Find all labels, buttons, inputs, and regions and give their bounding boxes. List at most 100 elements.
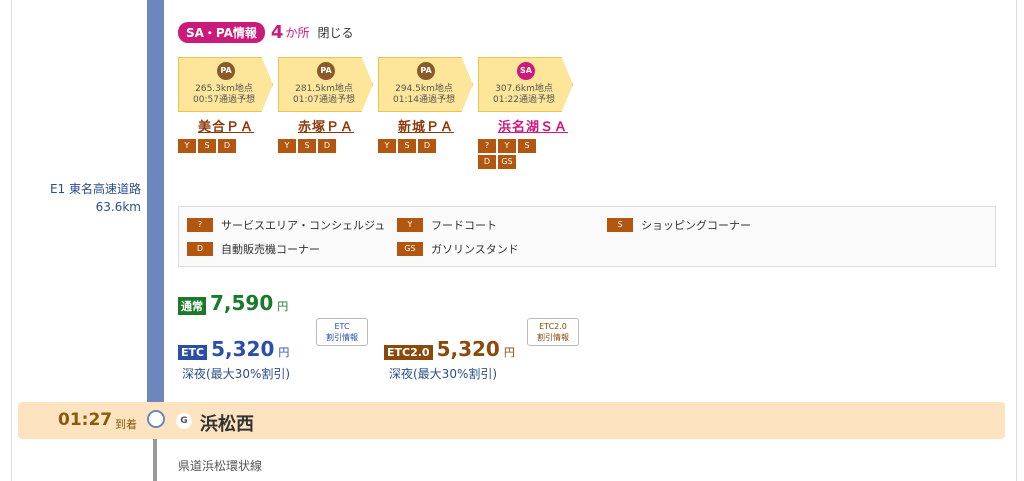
right-border <box>1016 0 1017 481</box>
stop-eta: 00:57通過予想 <box>193 95 255 105</box>
shopping-icon: S <box>607 218 633 232</box>
next-road-name: 県道浜松環状線 <box>178 459 263 473</box>
normal-fare: 通常 7,590 円 <box>178 291 288 315</box>
stop-km-eta: 265.3km地点 00:57通過予想 <box>179 84 269 106</box>
shopping-icon: S <box>398 139 416 153</box>
legend-label: ガソリンスタンド <box>431 243 519 256</box>
stop-name-link[interactable]: 新城ＰＡ <box>378 116 473 135</box>
stop-marker: PA 281.5km地点 01:07通過予想 <box>278 57 373 112</box>
concierge-icon: ? <box>478 139 496 153</box>
food-court-icon: Y <box>278 139 296 153</box>
legend-item: Y フードコート <box>397 217 497 233</box>
vending-icon: D <box>187 242 213 256</box>
shopping-icon: S <box>518 139 536 153</box>
bubble-line: ETC <box>334 322 350 331</box>
concierge-icon: ? <box>187 218 213 232</box>
etc-fare: ETC 5,320 円 <box>178 337 289 361</box>
stop-name-link[interactable]: 赤塚ＰＡ <box>278 116 373 135</box>
etc2-discount-info-button[interactable]: ETC2.0 割引情報 <box>527 318 579 346</box>
sapa-header: SA・PA情報 4 か所 閉じる <box>178 22 353 43</box>
arrival-bar <box>18 402 1005 439</box>
pa-icon: PA <box>317 62 335 80</box>
legend-label: ショッピングコーナー <box>641 219 751 232</box>
stop-eta: 01:07通過予想 <box>293 95 355 105</box>
stop-km: 265.3km地点 <box>195 84 253 94</box>
bubble-line: 割引情報 <box>537 333 569 342</box>
food-court-icon: Y <box>498 139 516 153</box>
facility-icons: ? Y S D GS <box>478 139 538 169</box>
etc2-night-discount: 深夜(最大30%割引) <box>389 367 498 381</box>
station-node-icon <box>147 410 165 428</box>
normal-tag: 通常 <box>178 297 206 315</box>
stop-km: 294.5km地点 <box>395 84 453 94</box>
stop-name-link[interactable]: 浜名湖ＳＡ <box>478 116 573 135</box>
bubble-line: 割引情報 <box>326 333 358 342</box>
sapa-count: 4 <box>270 22 284 43</box>
sapa-stop: SA 307.6km地点 01:22通過予想 浜名湖ＳＡ ? Y S D GS <box>478 57 573 169</box>
stop-marker: SA 307.6km地点 01:22通過予想 <box>478 57 573 112</box>
legend-item: ? サービスエリア・コンシェルジュ <box>187 217 385 233</box>
road-name: E1 東名高速道路 <box>49 182 141 196</box>
sapa-count-unit: か所 <box>285 26 310 40</box>
food-court-icon: Y <box>178 139 196 153</box>
facility-legend: ? サービスエリア・コンシェルジュ Y フードコート S ショッピングコーナー … <box>178 206 996 267</box>
facility-icons: Y S D <box>278 139 338 153</box>
pa-icon: PA <box>417 62 435 80</box>
arrival-station-name[interactable]: 浜松西 <box>200 410 254 436</box>
etc2-tag: ETC2.0 <box>384 345 433 360</box>
vending-icon: D <box>418 139 436 153</box>
legend-item: D 自動販売機コーナー <box>187 241 320 257</box>
stop-eta: 01:22通過予想 <box>493 95 555 105</box>
stop-km-eta: 281.5km地点 01:07通過予想 <box>279 84 369 106</box>
yen-unit: 円 <box>503 346 515 359</box>
food-court-icon: Y <box>397 218 423 232</box>
road-info: E1 東名高速道路 63.6km <box>20 180 141 216</box>
normal-price: 7,590 <box>210 291 274 315</box>
stop-km: 307.6km地点 <box>495 84 553 94</box>
shopping-icon: S <box>298 139 316 153</box>
sapa-close-link[interactable]: 閉じる <box>317 24 353 41</box>
yen-unit: 円 <box>277 300 289 313</box>
stop-km: 281.5km地点 <box>295 84 353 94</box>
road-distance: 63.6km <box>95 200 141 214</box>
arrival-label: 到着 <box>115 418 137 431</box>
left-border <box>11 0 12 481</box>
stop-km-eta: 294.5km地点 01:14通過予想 <box>379 84 469 106</box>
yen-unit: 円 <box>278 346 290 359</box>
legend-item: GS ガソリンスタンド <box>397 241 519 257</box>
vending-icon: D <box>478 155 496 169</box>
shopping-icon: S <box>198 139 216 153</box>
stop-name-link[interactable]: 美合ＰＡ <box>178 116 273 135</box>
stop-km-eta: 307.6km地点 01:22通過予想 <box>479 84 569 106</box>
pa-icon: PA <box>217 62 235 80</box>
vending-icon: D <box>218 139 236 153</box>
etc2-price: 5,320 <box>436 337 500 361</box>
stop-marker: PA 265.3km地点 00:57通過予想 <box>178 57 273 112</box>
gas-station-icon: GS <box>498 155 516 169</box>
legend-label: 自動販売機コーナー <box>221 243 320 256</box>
etc-tag: ETC <box>178 345 208 360</box>
sapa-stop: PA 265.3km地点 00:57通過予想 美合ＰＡ Y S D <box>178 57 273 153</box>
etc-night-discount: 深夜(最大30%割引) <box>182 367 291 381</box>
arrival-time: 01:27 <box>58 410 113 430</box>
sapa-stop: PA 294.5km地点 01:14通過予想 新城ＰＡ Y S D <box>378 57 473 153</box>
legend-item: S ショッピングコーナー <box>607 217 751 233</box>
sa-icon: SA <box>517 62 535 80</box>
facility-icons: Y S D <box>178 139 238 153</box>
food-court-icon: Y <box>378 139 396 153</box>
sapa-badge: SA・PA情報 <box>178 22 265 43</box>
vending-icon: D <box>318 139 336 153</box>
etc-price: 5,320 <box>211 337 275 361</box>
sapa-stop: PA 281.5km地点 01:07通過予想 赤塚ＰＡ Y S D <box>278 57 373 153</box>
stop-eta: 01:14通過予想 <box>393 95 455 105</box>
bubble-line: ETC2.0 <box>539 322 567 331</box>
route-line <box>147 0 164 410</box>
stop-marker: PA 294.5km地点 01:14通過予想 <box>378 57 473 112</box>
facility-icons: Y S D <box>378 139 438 153</box>
etc-discount-info-button[interactable]: ETC 割引情報 <box>316 318 368 346</box>
gas-station-icon: GS <box>397 242 423 256</box>
legend-label: フードコート <box>431 219 497 232</box>
etc2-fare: ETC2.0 5,320 円 <box>384 337 515 361</box>
legend-label: サービスエリア・コンシェルジュ <box>221 219 386 232</box>
goal-icon: G <box>176 413 192 429</box>
